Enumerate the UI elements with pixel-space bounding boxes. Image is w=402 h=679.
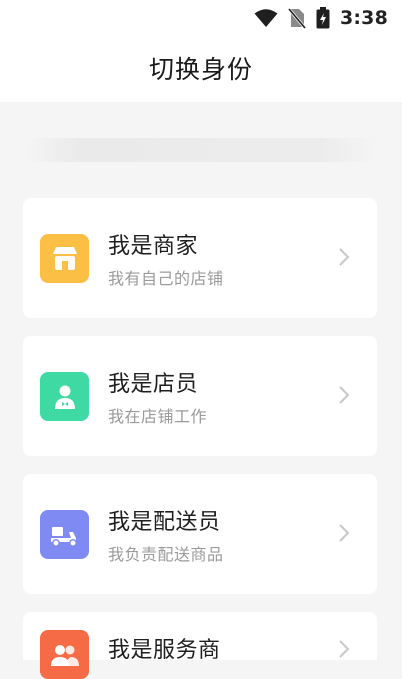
status-time: 3:38: [339, 7, 388, 29]
page-title: 切换身份: [148, 55, 253, 84]
no-sim-icon: [287, 7, 306, 29]
notice-placeholder: [26, 138, 376, 162]
role-card-merchant[interactable]: 我是商家 我有自己的店铺: [23, 198, 377, 318]
chevron-right-icon: [333, 638, 355, 660]
wifi-icon: [254, 8, 278, 28]
role-card-service-provider[interactable]: 我是服务商: [23, 612, 377, 679]
role-card-clerk[interactable]: 我是店员 我在店铺工作: [23, 336, 377, 456]
delivery-scooter-icon: [40, 510, 89, 559]
status-bar: 3:38: [254, 6, 388, 30]
role-name: 我是配送员: [108, 510, 221, 535]
top-bar: 3:38 切换身份: [0, 0, 402, 102]
role-desc: 我负责配送商品: [108, 545, 224, 564]
chevron-right-icon: [333, 384, 355, 406]
chevron-right-icon: [333, 522, 355, 544]
battery-charging-icon: [316, 7, 330, 29]
store-icon: [40, 234, 89, 283]
role-name: 我是店员: [108, 372, 199, 397]
role-card-delivery[interactable]: 我是配送员 我负责配送商品: [23, 474, 377, 594]
role-desc: 我在店铺工作: [108, 407, 208, 426]
chevron-right-icon: [333, 246, 355, 268]
clerk-icon: [40, 372, 89, 421]
role-name: 我是商家: [108, 234, 199, 259]
role-name: 我是服务商: [108, 638, 221, 663]
service-provider-icon: [40, 630, 89, 679]
role-desc: 我有自己的店铺: [108, 269, 224, 288]
